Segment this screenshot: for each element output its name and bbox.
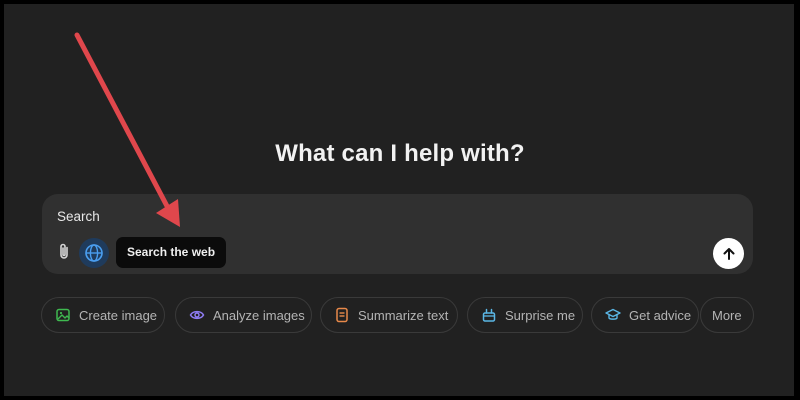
suggestion-more[interactable]: More: [700, 297, 754, 333]
gift-icon: [481, 307, 497, 323]
globe-icon: [85, 244, 103, 262]
search-input[interactable]: Search: [57, 209, 100, 224]
suggestion-label: Get advice: [629, 307, 692, 323]
suggestion-label: Surprise me: [505, 307, 576, 323]
web-search-button[interactable]: [79, 238, 109, 268]
suggestion-summarize-text[interactable]: Summarize text: [320, 297, 458, 333]
arrow-up-icon: [723, 247, 734, 260]
paperclip-icon: [60, 243, 68, 259]
eye-icon: [189, 307, 205, 323]
attach-button[interactable]: [55, 241, 73, 261]
suggestion-analyze-images[interactable]: Analyze images: [175, 297, 312, 333]
web-search-tooltip: Search the web: [116, 237, 227, 268]
suggestion-label: Create image: [79, 307, 158, 323]
suggestion-label: More: [712, 307, 742, 323]
graduation-cap-icon: [605, 307, 621, 323]
suggestion-create-image[interactable]: Create image: [41, 297, 165, 333]
page-title: What can I help with?: [275, 140, 525, 167]
image-icon: [55, 307, 71, 323]
suggestion-label: Analyze images: [213, 307, 305, 323]
suggestion-get-advice[interactable]: Get advice: [591, 297, 699, 333]
document-icon: [334, 307, 350, 323]
suggestion-surprise-me[interactable]: Surprise me: [467, 297, 583, 333]
suggestion-label: Summarize text: [358, 307, 449, 323]
send-button[interactable]: [713, 238, 744, 269]
